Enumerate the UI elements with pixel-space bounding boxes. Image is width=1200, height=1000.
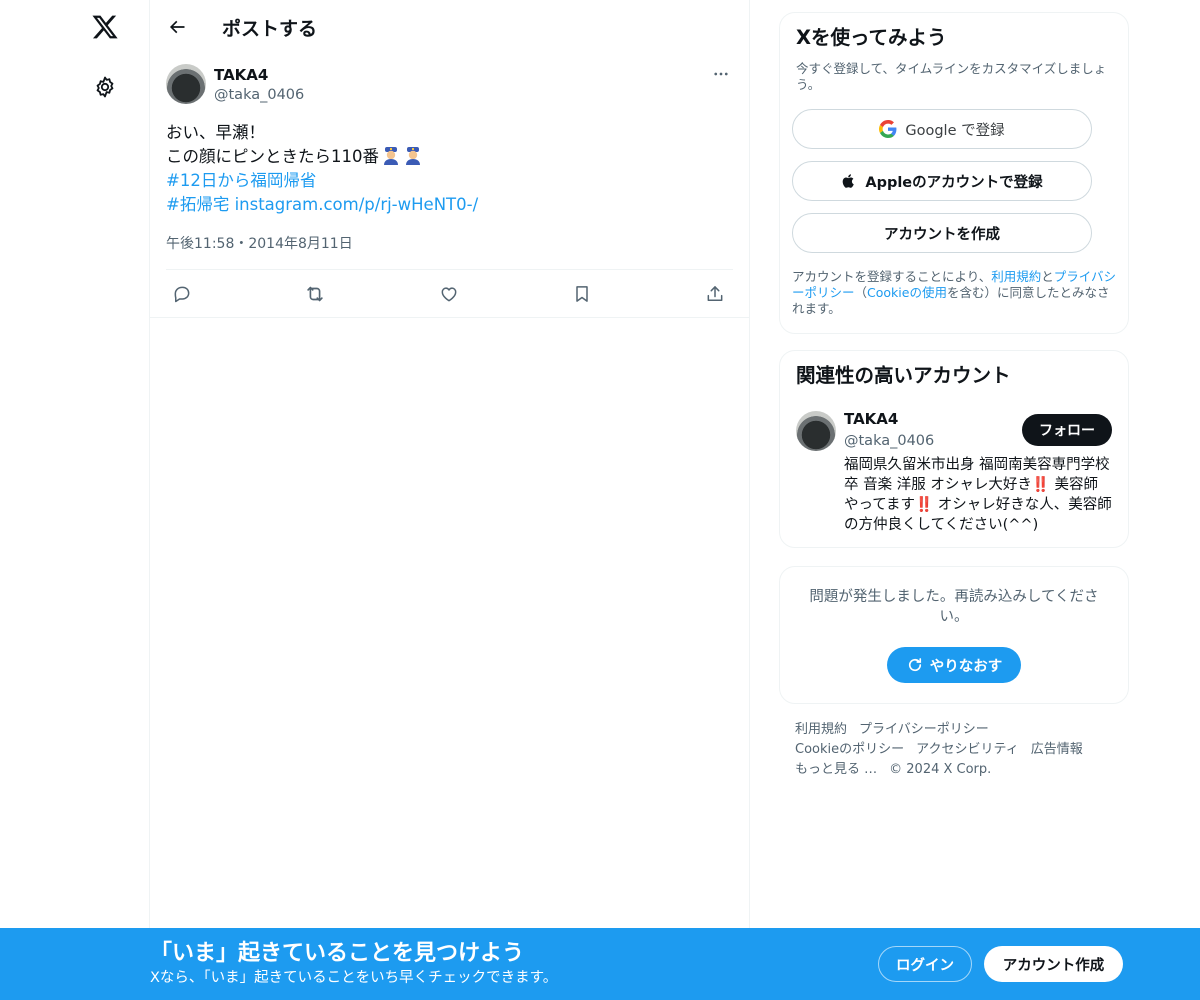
x-logo-icon[interactable] (88, 10, 122, 44)
repost-icon (307, 286, 323, 301)
arrow-left-icon (169, 20, 185, 34)
apple-signup-button[interactable]: Appleのアカウントで登録 (792, 161, 1092, 201)
police-officer-emoji-icon (381, 145, 401, 165)
retry-label: やりなおす (929, 658, 1003, 675)
avatar[interactable] (796, 411, 836, 451)
tweet-line-1: おい、早瀬！ (166, 123, 265, 142)
error-message: 問題が発生しました。再読み込みしてください。 (809, 589, 1099, 625)
signup-button[interactable]: アカウント作成 (984, 946, 1123, 982)
related-user[interactable]: TAKA4 @taka_0406 フォロー 福岡県久留米市出身 福岡南美容専門学… (796, 409, 1112, 535)
share-button[interactable] (703, 282, 727, 306)
share-icon (707, 285, 723, 301)
footer-links: 利用規約 プライバシーポリシー Cookieのポリシー アクセシビリティ 広告情報 も… (795, 720, 1115, 780)
legal-and: と (1041, 269, 1054, 284)
more-dots-icon (714, 72, 728, 76)
related-accounts-card: 関連性の高いアカウント TAKA4 @taka_0406 フォロー 福岡県久留米… (779, 350, 1129, 548)
footer-row: Cookieのポリシー アクセシビリティ 広告情報 (795, 740, 1115, 760)
repost-button[interactable] (303, 282, 327, 306)
google-signup-label: Google で登録 (905, 122, 1005, 139)
heart-icon (441, 286, 456, 301)
related-title: 関連性の高いアカウント (796, 364, 1011, 387)
signup-subtitle: 今すぐ登録して、タイムラインをカスタマイズしましょう。 (796, 61, 1107, 92)
main-column: ポストする TAKA4 @taka_0406 おい、早瀬！ この顔にピンときたら… (149, 0, 750, 930)
hashtag-link[interactable]: #拓帰宅 (166, 195, 229, 214)
reply-icon (174, 286, 190, 302)
tweet-line-2: この顔にピンときたら110番 (166, 145, 733, 169)
reply-button[interactable] (170, 282, 194, 306)
page: ポストする TAKA4 @taka_0406 おい、早瀬！ この顔にピンときたら… (0, 0, 1200, 1000)
page-title: ポストする (222, 17, 318, 40)
tweet-header: TAKA4 @taka_0406 (166, 64, 733, 105)
avatar[interactable] (166, 64, 206, 104)
create-account-label: アカウントを作成 (884, 226, 1000, 243)
bottom-signup-banner: 「いま」起きていることを見つけよう Xなら、「いま」起きていることをいち早くチェ… (0, 928, 1200, 1000)
footer-terms-link[interactable]: 利用規約 (795, 722, 847, 737)
create-account-button[interactable]: アカウントを作成 (792, 213, 1092, 253)
tweet-line-2-text: この顔にピンときたら110番 (166, 147, 379, 166)
legal-notice: アカウントを登録することにより、利用規約とプライバシーポリシー（Cookieの使… (792, 269, 1120, 317)
url-link[interactable]: instagram.com/p/rj-wHeNT0-/ (235, 195, 479, 214)
back-button[interactable] (157, 7, 197, 47)
police-officer-emoji-icon (403, 145, 423, 165)
banner-title: 「いま」起きていることを見つけよう (150, 941, 525, 966)
top-bar: ポストする (150, 0, 749, 54)
like-button[interactable] (437, 282, 461, 306)
footer-more-link[interactable]: もっと見る … (795, 762, 877, 777)
legal-paren: （ (854, 285, 868, 300)
refresh-icon (906, 656, 924, 674)
banner-subtitle: Xなら、「いま」起きていることをいち早くチェックできます。 (150, 970, 558, 986)
footer-accessibility-link[interactable]: アクセシビリティ (916, 742, 1019, 757)
login-button[interactable]: ログイン (878, 946, 972, 982)
legal-text: アカウントを登録することにより、 (792, 269, 992, 284)
display-name[interactable]: TAKA4 (214, 65, 304, 85)
tweet-timestamp[interactable]: 午後11:58・2014年8月11日 (166, 233, 733, 270)
gear-icon[interactable] (90, 72, 120, 102)
cookie-link[interactable]: Cookieの使用 (867, 285, 947, 300)
footer-privacy-link[interactable]: プライバシーポリシー (859, 722, 989, 737)
tweet-actions (150, 270, 749, 318)
retry-button[interactable]: やりなおす (887, 647, 1021, 683)
tweet-text: おい、早瀬！ この顔にピンときたら110番 #12日から福岡帰省 #拓帰宅 in… (166, 121, 733, 217)
tweet-line-4: #拓帰宅 instagram.com/p/rj-wHeNT0-/ (166, 193, 733, 217)
bookmark-icon (576, 285, 588, 302)
footer-row: 利用規約 プライバシーポリシー (795, 720, 1115, 740)
signup-title: Xを使ってみよう (796, 26, 947, 49)
signup-card: Xを使ってみよう 今すぐ登録して、タイムラインをカスタマイズしましょう。 Goo… (779, 12, 1129, 334)
apple-signup-label: Appleのアカウントで登録 (865, 174, 1043, 191)
footer-ads-link[interactable]: 広告情報 (1031, 742, 1083, 757)
terms-link[interactable]: 利用規約 (991, 269, 1041, 284)
hashtag-link[interactable]: #12日から福岡帰省 (166, 169, 733, 193)
error-card: 問題が発生しました。再読み込みしてください。 やりなおす (779, 566, 1129, 704)
related-bio: 福岡県久留米市出身 福岡南美容専門学校卒 音楽 洋服 オシャレ大好き‼️ 美容師… (844, 457, 1112, 533)
footer-row: もっと見る … © 2024 X Corp. (795, 760, 1115, 780)
footer-cookie-link[interactable]: Cookieのポリシー (795, 742, 904, 757)
follow-button[interactable]: フォロー (1022, 414, 1112, 446)
google-icon (879, 120, 897, 138)
left-nav (0, 0, 150, 1000)
bookmark-button[interactable] (570, 282, 594, 306)
tweet: TAKA4 @taka_0406 おい、早瀬！ この顔にピンときたら110番 #… (150, 54, 749, 318)
tweet-author: TAKA4 @taka_0406 (214, 64, 304, 105)
user-handle[interactable]: @taka_0406 (214, 85, 304, 105)
more-options-button[interactable] (709, 64, 733, 84)
copyright: © 2024 X Corp. (889, 762, 992, 777)
apple-icon (841, 172, 857, 190)
google-signup-button[interactable]: Google で登録 (792, 109, 1092, 149)
